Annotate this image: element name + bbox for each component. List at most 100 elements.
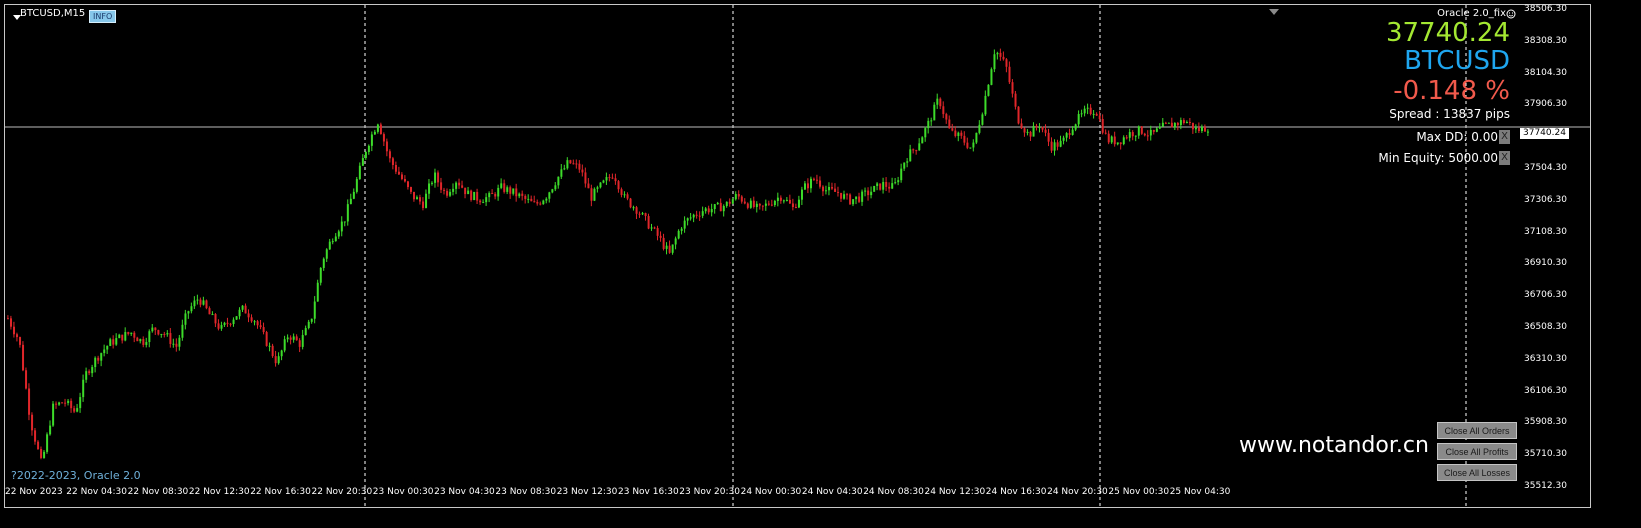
price-tick-label: 36310.30 bbox=[1524, 353, 1567, 364]
candle-body bbox=[506, 187, 509, 192]
candle-body bbox=[978, 124, 981, 133]
candle-body bbox=[665, 245, 668, 249]
candle-body bbox=[470, 190, 473, 201]
candle-body bbox=[797, 199, 800, 208]
candle-body bbox=[596, 187, 599, 189]
copyright-text: ?2022-2023, Oracle 2.0 bbox=[11, 469, 141, 482]
candle-body bbox=[864, 190, 867, 192]
candle-body bbox=[924, 128, 927, 138]
candle-body bbox=[855, 196, 858, 200]
candle-body bbox=[611, 177, 614, 179]
candle-body bbox=[373, 131, 376, 135]
candle-body bbox=[202, 300, 205, 305]
min-equity-close-button[interactable]: X bbox=[1499, 151, 1510, 165]
candle-body bbox=[837, 191, 840, 193]
time-tick-label: 23 Nov 20:30 bbox=[679, 487, 740, 497]
candle-body bbox=[1020, 123, 1023, 129]
candle-body bbox=[825, 190, 828, 192]
candle-body bbox=[1197, 127, 1200, 131]
candle-body bbox=[677, 230, 680, 239]
candle-body bbox=[951, 128, 954, 131]
time-tick-label: 22 Nov 20:30 bbox=[311, 487, 373, 497]
candle-body bbox=[97, 357, 100, 361]
time-tick-label: 24 Nov 08:30 bbox=[863, 487, 924, 497]
candle-body bbox=[181, 324, 184, 338]
candle-body bbox=[584, 172, 587, 184]
candle-body bbox=[515, 188, 518, 197]
candle-body bbox=[292, 336, 295, 340]
symbol-display: BTCUSD bbox=[1404, 46, 1510, 76]
candle-body bbox=[1035, 125, 1038, 128]
candle-body bbox=[843, 194, 846, 199]
candle-body bbox=[545, 198, 548, 201]
candle-body bbox=[1026, 131, 1029, 133]
candle-body bbox=[996, 52, 999, 55]
candle-body bbox=[1086, 107, 1089, 109]
candle-body bbox=[235, 316, 238, 320]
time-tick-label: 22 Nov 12:30 bbox=[188, 487, 250, 497]
candle-body bbox=[915, 150, 918, 152]
candle-body bbox=[419, 197, 422, 202]
candle-body bbox=[948, 119, 951, 129]
candle-body bbox=[599, 182, 602, 188]
candle-body bbox=[1005, 59, 1008, 67]
candle-body bbox=[773, 200, 776, 206]
candle-body bbox=[43, 451, 46, 458]
candle-body bbox=[810, 178, 813, 189]
candle-body bbox=[370, 134, 373, 146]
candle-body bbox=[963, 135, 966, 143]
chart-shift-marker-icon[interactable] bbox=[1269, 9, 1279, 15]
candle-body bbox=[73, 408, 76, 412]
candle-body bbox=[1155, 128, 1158, 132]
candle-body bbox=[157, 330, 160, 335]
candle-body bbox=[668, 245, 671, 253]
time-tick-label: 24 Nov 20:30 bbox=[1047, 487, 1108, 497]
candle-body bbox=[617, 181, 620, 190]
candle-body bbox=[530, 198, 533, 202]
candle-body bbox=[785, 199, 788, 201]
candle-body bbox=[509, 187, 512, 194]
close-all-orders-button[interactable]: Close All Orders bbox=[1437, 422, 1517, 439]
candle-body bbox=[488, 193, 491, 198]
candle-body bbox=[67, 400, 70, 404]
candle-body bbox=[767, 203, 770, 205]
candle-body bbox=[58, 402, 61, 405]
candle-body bbox=[61, 402, 64, 404]
time-tick-label: 23 Nov 00:30 bbox=[372, 487, 434, 497]
candle-body bbox=[897, 180, 900, 183]
candle-body bbox=[861, 191, 864, 202]
chart-area[interactable]: BTCUSD,M15 INFO Oracle 2.0_fix 37740.24 … bbox=[4, 4, 1591, 508]
candle-body bbox=[1107, 133, 1110, 143]
candle-body bbox=[100, 353, 103, 361]
candle-body bbox=[656, 228, 659, 236]
candle-body bbox=[103, 349, 106, 354]
candle-body bbox=[307, 321, 310, 329]
candle-body bbox=[1062, 137, 1065, 141]
candle-body bbox=[268, 345, 271, 347]
candle-body bbox=[301, 335, 304, 347]
candle-body bbox=[277, 356, 280, 364]
candle-body bbox=[166, 333, 169, 335]
max-dd-close-button[interactable]: X bbox=[1499, 130, 1510, 144]
time-tick-label: 24 Nov 00:30 bbox=[740, 487, 802, 497]
candle-body bbox=[145, 342, 148, 345]
candle-body bbox=[689, 217, 692, 219]
candle-body bbox=[701, 211, 704, 216]
candle-body bbox=[388, 151, 391, 159]
close-all-losses-button[interactable]: Close All Losses bbox=[1437, 464, 1517, 481]
candle-body bbox=[1146, 135, 1149, 137]
price-tick-label: 37906.30 bbox=[1524, 99, 1567, 110]
candle-body bbox=[106, 345, 109, 350]
watermark-text: www.notandor.cn bbox=[1239, 433, 1429, 458]
candle-body bbox=[91, 367, 94, 374]
candle-body bbox=[593, 188, 596, 201]
close-all-profits-button[interactable]: Close All Profits bbox=[1437, 443, 1517, 460]
candle-body bbox=[49, 425, 52, 435]
candle-body bbox=[163, 334, 166, 336]
candle-body bbox=[1011, 82, 1014, 94]
candle-body bbox=[560, 169, 563, 177]
candle-body bbox=[376, 124, 379, 132]
candle-body bbox=[1074, 124, 1077, 130]
candle-body bbox=[1029, 131, 1032, 137]
info-badge[interactable]: INFO bbox=[89, 10, 117, 23]
